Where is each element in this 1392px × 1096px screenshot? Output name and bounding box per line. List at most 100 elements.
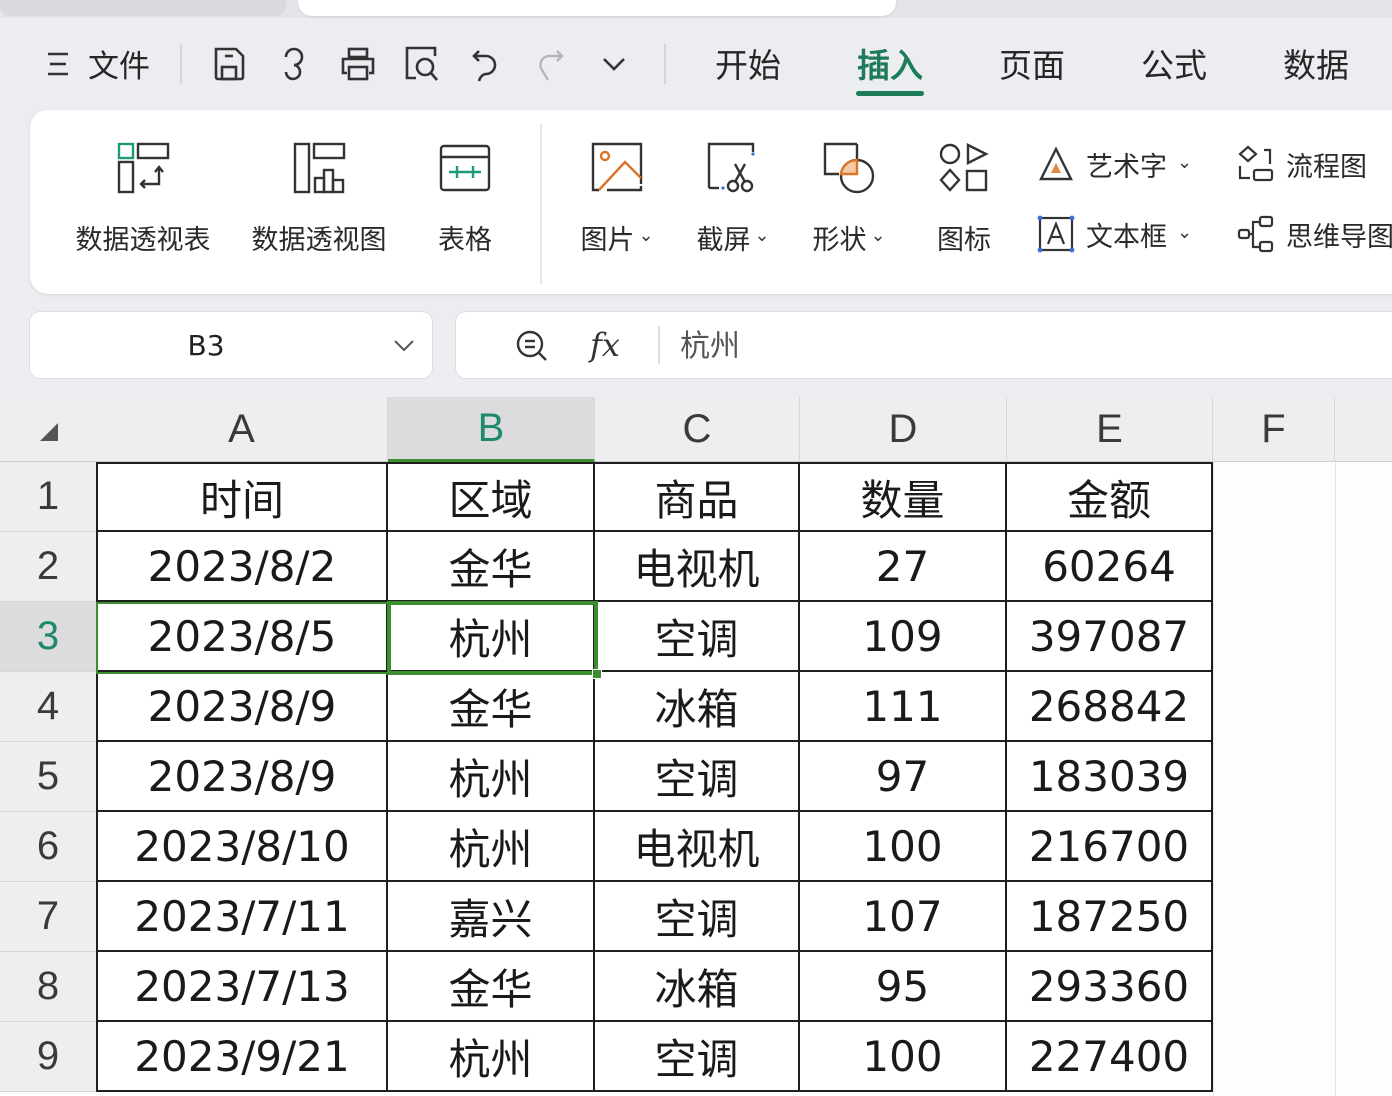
table-cell[interactable]: 冰箱	[595, 952, 800, 1022]
table-cell[interactable]: 293360	[1007, 952, 1213, 1022]
row-header-1[interactable]: 1	[0, 462, 96, 532]
table-cell[interactable]: 电视机	[595, 532, 800, 602]
column-header-c[interactable]: C	[595, 397, 800, 462]
tab-home[interactable]: 开始	[710, 30, 786, 96]
print-icon[interactable]	[338, 44, 378, 84]
table-cell[interactable]: 60264	[1007, 532, 1213, 602]
row-header-6[interactable]: 6	[0, 812, 96, 882]
chevron-down-icon[interactable]	[388, 329, 420, 361]
column-header-g[interactable]	[1335, 397, 1392, 462]
name-box-value[interactable]: B3	[30, 312, 382, 378]
pivot-chart-button[interactable]: 数据透视图	[244, 110, 394, 294]
flowchart-button[interactable]: 流程图	[1236, 134, 1367, 194]
table-cell[interactable]: 2023/7/13	[96, 952, 388, 1022]
tab-insert[interactable]: 插入	[852, 30, 928, 96]
row-header-3[interactable]: 3	[0, 602, 96, 672]
icons-button[interactable]: 图标	[924, 110, 1004, 294]
mindmap-button[interactable]: 思维导图	[1236, 204, 1392, 264]
row-header-5[interactable]: 5	[0, 742, 96, 812]
table-cell[interactable]: 397087	[1007, 602, 1213, 672]
print-preview-icon[interactable]	[402, 44, 442, 84]
table-cell[interactable]: 109	[800, 602, 1007, 672]
row-header-9[interactable]: 9	[0, 1022, 96, 1092]
menu-icon[interactable]	[38, 44, 78, 84]
table-header-cell[interactable]: 数量	[800, 462, 1007, 532]
table-cell[interactable]: 111	[800, 672, 1007, 742]
table-cell[interactable]: 空调	[595, 602, 800, 672]
tab-data[interactable]: 数据	[1278, 30, 1354, 96]
undo-icon[interactable]	[466, 44, 506, 84]
save-icon[interactable]	[209, 44, 249, 84]
fill-handle[interactable]	[592, 669, 602, 679]
more-chevron-icon[interactable]	[594, 44, 634, 84]
column-header-f[interactable]: F	[1213, 397, 1335, 462]
table-cell[interactable]: 冰箱	[595, 672, 800, 742]
table-cell[interactable]: 227400	[1007, 1022, 1213, 1092]
textbox-button[interactable]: 文本框 ⌄	[1036, 204, 1192, 264]
table-cell[interactable]: 空调	[595, 742, 800, 812]
table-cell[interactable]: 杭州	[388, 812, 595, 882]
insert-function-button[interactable]: fx	[590, 312, 620, 378]
table-cell[interactable]: 2023/9/21	[96, 1022, 388, 1092]
screenshot-button[interactable]: 截屏 ⌄	[686, 110, 780, 294]
table-cell[interactable]: 2023/7/11	[96, 882, 388, 952]
name-box[interactable]: B3	[30, 312, 432, 378]
table-cell[interactable]: 金华	[388, 672, 595, 742]
row-header-7[interactable]: 7	[0, 882, 96, 952]
table-cell[interactable]: 金华	[388, 952, 595, 1022]
column-header-d[interactable]: D	[800, 397, 1007, 462]
table-button[interactable]: 表格	[428, 110, 502, 294]
table-header-cell[interactable]: 时间	[96, 462, 388, 532]
row-header-8[interactable]: 8	[0, 952, 96, 1022]
table-cell[interactable]: 2023/8/9	[96, 672, 388, 742]
chevron-down-icon: ⌄	[870, 225, 886, 246]
table-cell[interactable]: 2023/8/10	[96, 812, 388, 882]
table-cell[interactable]: 97	[800, 742, 1007, 812]
table-cell[interactable]: 空调	[595, 882, 800, 952]
row-header-2[interactable]: 2	[0, 532, 96, 602]
shapes-button[interactable]: 形状 ⌄	[802, 110, 896, 294]
table-cell[interactable]: 95	[800, 952, 1007, 1022]
table-cell[interactable]: 嘉兴	[388, 882, 595, 952]
picture-button[interactable]: 图片 ⌄	[570, 110, 664, 294]
column-header-b[interactable]: B	[388, 397, 595, 462]
table-cell[interactable]: 183039	[1007, 742, 1213, 812]
table-cell[interactable]: 金华	[388, 532, 595, 602]
table-cell[interactable]: 100	[800, 1022, 1007, 1092]
column-header-e[interactable]: E	[1007, 397, 1213, 462]
table-cell[interactable]: 电视机	[595, 812, 800, 882]
table-cell[interactable]: 187250	[1007, 882, 1213, 952]
tab-formulas[interactable]: 公式	[1136, 30, 1212, 96]
pivot-chart-label: 数据透视图	[251, 225, 387, 256]
table-header-cell[interactable]: 商品	[595, 462, 800, 532]
select-all-corner[interactable]	[0, 397, 96, 462]
wordart-button[interactable]: 艺术字 ⌄	[1036, 134, 1192, 194]
table-cell[interactable]: 空调	[595, 1022, 800, 1092]
table-cell[interactable]: 杭州	[388, 1022, 595, 1092]
table-cell[interactable]: 107	[800, 882, 1007, 952]
column-header-a[interactable]: A	[96, 397, 388, 462]
row-header-4[interactable]: 4	[0, 672, 96, 742]
formula-input[interactable]: 杭州	[680, 312, 740, 374]
pivot-table-button[interactable]: 数据透视表	[68, 110, 218, 294]
table-cell[interactable]: 268842	[1007, 672, 1213, 742]
table-cell[interactable]: 2023/8/2	[96, 532, 388, 602]
table-cell[interactable]: 27	[800, 532, 1007, 602]
table-cell[interactable]: 100	[800, 812, 1007, 882]
redo-icon[interactable]	[530, 44, 570, 84]
table-cell[interactable]: 216700	[1007, 812, 1213, 882]
table-cell[interactable]: 2023/8/5	[96, 602, 388, 672]
file-menu[interactable]: 文件	[84, 30, 154, 96]
table-cell[interactable]: 杭州	[388, 602, 595, 672]
table-header-cell[interactable]: 金额	[1007, 462, 1213, 532]
tab-page[interactable]: 页面	[994, 30, 1070, 96]
table-cell[interactable]: 2023/8/9	[96, 742, 388, 812]
document-tab-inactive[interactable]	[0, 0, 286, 16]
zoom-formula-icon[interactable]	[512, 326, 552, 366]
screenshot-icon	[703, 138, 763, 198]
gridline	[1213, 462, 1214, 1096]
share-link-icon[interactable]	[274, 44, 314, 84]
table-header-cell[interactable]: 区域	[388, 462, 595, 532]
document-tab-active[interactable]	[298, 0, 896, 16]
table-cell[interactable]: 杭州	[388, 742, 595, 812]
